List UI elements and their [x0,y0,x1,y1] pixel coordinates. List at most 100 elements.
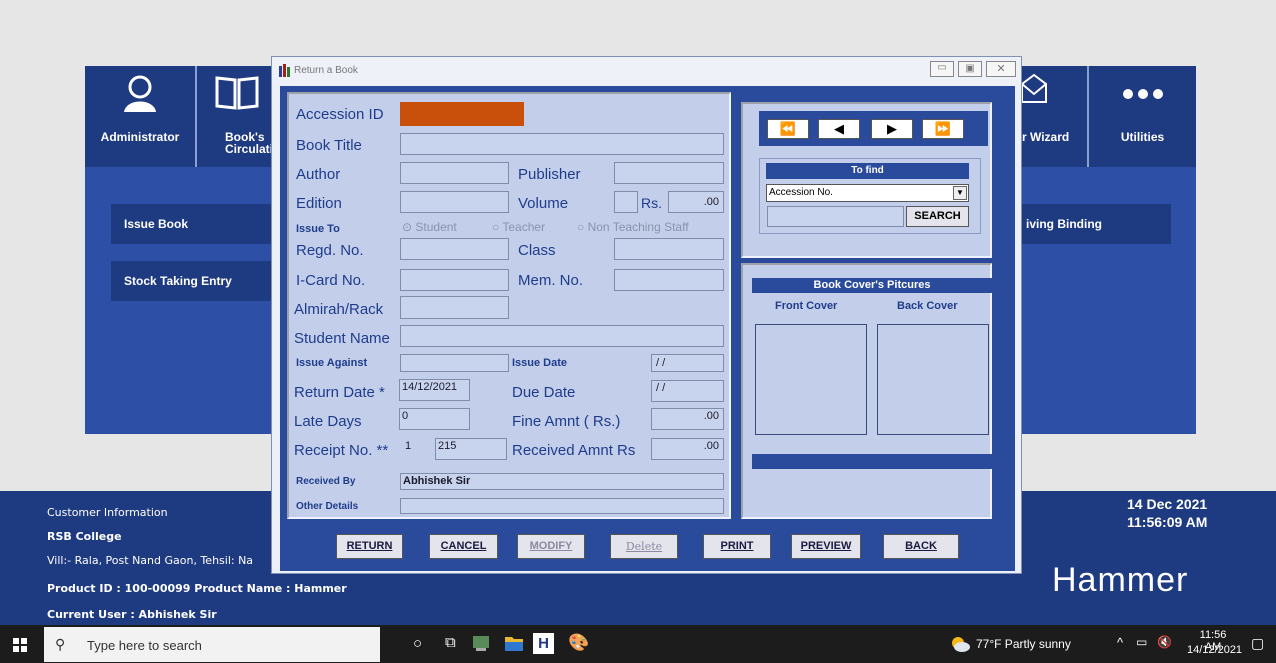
previous-record-button[interactable]: ◀ [818,119,860,139]
dialog-titlebar[interactable]: Return a Book ▭ ▣ ✕ [272,57,1021,85]
regd-no-input[interactable] [400,238,509,260]
toolbar-wizard[interactable]: r Wizard [1021,66,1086,167]
publisher-input[interactable] [614,162,724,184]
edition-input[interactable] [400,191,509,213]
covers-header: Book Cover's Pitcures [752,278,992,293]
minimize-button[interactable]: ▭ [930,61,954,77]
toolbar-utilities[interactable]: Utilities [1089,66,1196,167]
received-amnt-input[interactable]: .00 [651,438,724,460]
received-by-input[interactable]: Abhishek Sir [400,473,724,490]
restore-button[interactable]: ▣ [958,61,982,77]
search-placeholder: Type here to search [87,638,202,653]
book-title-input[interactable] [400,133,724,155]
back-button[interactable]: BACK [883,534,959,559]
student-name-input[interactable] [400,325,724,347]
cancel-button[interactable]: CANCEL [429,534,498,559]
receiving-binding-button[interactable]: iving Binding [1022,204,1171,244]
find-search-input[interactable] [767,206,904,227]
return-date-input[interactable]: 14/12/2021 [399,379,470,401]
modify-button[interactable]: MODIFY [517,534,585,559]
hammer-logo: Hammer [1052,561,1189,599]
file-explorer-icon[interactable] [504,634,524,655]
toolbar-administrator[interactable]: Administrator [85,66,195,167]
taskbar-date[interactable]: 14/12/2021 [1187,644,1242,656]
delete-button[interactable]: Delete [610,534,678,559]
close-button[interactable]: ✕ [986,61,1016,77]
accession-id-input[interactable] [400,102,524,126]
author-input[interactable] [400,162,509,184]
cover-status-bar [752,454,992,469]
other-details-input[interactable] [400,498,724,514]
mem-no-input[interactable] [614,269,724,291]
weather-icon[interactable] [950,636,970,655]
radio-student-label: Student [415,220,457,234]
issue-date-input[interactable]: / / [651,354,724,372]
find-field-value: Accession No. [769,187,833,198]
search-button[interactable]: SEARCH [906,206,969,227]
chevron-up-icon[interactable]: ^ [1117,635,1123,650]
due-date-input[interactable]: / / [651,380,724,402]
back-cover-image[interactable] [877,324,989,435]
preview-button[interactable]: PREVIEW [791,534,861,559]
late-days-label: Late Days [294,413,362,430]
volume-muted-icon[interactable]: 🔇 [1157,635,1172,649]
receipt-prefix-input[interactable]: 1 [402,438,435,460]
footer-date: 14 Dec 2021 [1127,496,1208,512]
toolbar-label: Administrator [100,130,180,144]
volume-input[interactable] [614,191,638,213]
class-input[interactable] [614,238,724,260]
return-button[interactable]: RETURN [336,534,403,559]
late-days-input[interactable]: 0 [399,408,470,430]
notification-icon[interactable]: ▢ [1251,635,1264,652]
cortana-icon[interactable]: ○ [413,635,422,652]
find-field-select[interactable]: Accession No. ▼ [766,184,969,202]
mem-no-label: Mem. No. [518,272,584,289]
icard-no-input[interactable] [400,269,509,291]
icard-no-label: I-Card No. [296,272,366,289]
almirah-rack-input[interactable] [400,296,509,319]
receipt-no-input[interactable]: 215 [435,438,507,460]
user-icon [120,74,160,117]
weather-text[interactable]: 77°F Partly sunny [976,637,1071,651]
more-icon [1120,74,1166,107]
task-view-icon[interactable]: ⧉ [445,634,456,651]
price-input[interactable]: .00 [668,191,724,213]
product-info: Product ID : 100-00099 Product Name : Ha… [47,582,347,595]
other-details-label: Other Details [296,501,359,512]
last-record-button[interactable]: ⏩ [922,119,964,139]
radio-student[interactable]: ⊙ Student [402,220,457,234]
search-icon: ⚲ [55,636,66,652]
stock-taking-entry-button[interactable]: Stock Taking Entry [111,261,271,301]
issue-against-input[interactable] [400,354,509,372]
hammer-app-icon[interactable]: H [533,633,554,654]
toolbar-books-circulation[interactable]: Book's Circulatio [197,66,280,167]
volume-label: Volume [518,195,569,212]
book-title-label: Book Title [296,137,362,154]
issue-book-button[interactable]: Issue Book [111,204,271,244]
taskbar-search-box[interactable]: ⚲ Type here to search [44,627,380,662]
radio-teacher-label: Teacher [502,220,546,234]
publisher-label: Publisher [518,166,581,183]
windows-start-icon[interactable] [13,638,27,655]
print-button[interactable]: PRINT [703,534,771,559]
fine-amnt-input[interactable]: .00 [651,408,724,430]
college-address: Vill:- Rala, Post Nand Gaon, Tehsil: Na [47,554,254,567]
back-cover-label: Back Cover [897,300,958,312]
front-cover-image[interactable] [755,324,867,435]
paint-icon[interactable]: 🎨 [568,633,589,653]
toolbar-label: Utilities [1120,130,1165,144]
chevron-down-icon[interactable]: ▼ [953,186,967,200]
app-icon[interactable] [472,634,490,655]
radio-teacher[interactable]: ○ Teacher [492,220,545,234]
issue-date-label: Issue Date [512,357,568,369]
received-amnt-label: Received Amnt Rs [512,442,636,459]
issue-to-label: Issue To [296,223,340,235]
rs-label: Rs. [641,195,662,211]
college-name: RSB College [47,530,122,543]
edition-label: Edition [296,195,342,212]
next-record-button[interactable]: ▶ [871,119,913,139]
radio-non-teaching-label: Non Teaching Staff [587,220,689,234]
first-record-button[interactable]: ⏪ [767,119,809,139]
radio-non-teaching[interactable]: ○ Non Teaching Staff [577,220,689,234]
network-icon[interactable]: ▭ [1136,635,1147,649]
